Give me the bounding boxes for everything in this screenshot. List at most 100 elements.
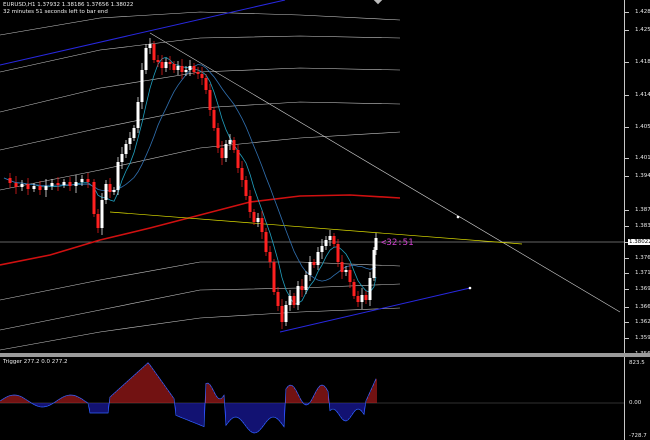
candle-body: [132, 128, 136, 138]
candle-body: [124, 144, 128, 154]
candle-body: [204, 78, 208, 90]
channel-anchor-point: [468, 286, 472, 290]
candle-body: [112, 190, 116, 192]
candle-body: [296, 286, 300, 305]
candle-body: [8, 178, 12, 183]
price-axis-label: 1.39400: [635, 173, 650, 179]
price-axis-label: 1.37130: [635, 270, 650, 276]
candle-body: [374, 238, 378, 250]
descending-trend-line: [149, 32, 621, 313]
price-axis-tick: [625, 307, 629, 308]
price-chart-pane[interactable]: EURUSD,H1 1.37932 1.38186 1.37656 1.3802…: [0, 0, 624, 353]
candle-body: [244, 180, 248, 196]
price-axis-tick: [625, 273, 629, 274]
lower-channel-line: [279, 287, 471, 333]
envelope-band-line: [0, 307, 401, 351]
candle-body: [308, 262, 312, 275]
candle-body: [140, 70, 144, 102]
current-price-label: 1.38022: [628, 239, 650, 245]
candle-body: [240, 168, 244, 180]
indicator-canvas[interactable]: [0, 357, 624, 440]
candle-body: [324, 240, 328, 246]
price-axis-label: 1.36200: [635, 319, 650, 325]
candle-body: [372, 250, 376, 278]
candle-body: [156, 60, 160, 62]
candle-body: [38, 186, 42, 190]
candle-body: [360, 295, 364, 302]
candle-body: [120, 154, 124, 162]
bar-countdown-label: <32:51: [381, 238, 414, 248]
candle-body: [92, 182, 96, 214]
price-axis-tick: [625, 289, 629, 290]
candle-body: [44, 186, 48, 190]
candle-body: [168, 62, 172, 64]
price-axis-tick: [625, 176, 629, 177]
medium-moving-average-line: [3, 64, 377, 282]
candle-body: [62, 182, 66, 185]
candle-body: [100, 200, 104, 228]
candle-body: [220, 148, 224, 158]
candle-body: [128, 138, 132, 144]
price-axis-tick: [625, 158, 629, 159]
candle-body: [212, 110, 216, 128]
indicator-header: Trigger 277.2 0.0 277.2: [3, 359, 68, 365]
candle-body: [300, 286, 304, 290]
price-axis-label: 1.38370: [635, 223, 650, 229]
candle-body: [340, 262, 344, 272]
price-axis-label: 1.38700: [635, 207, 650, 213]
candle-body: [344, 270, 348, 272]
candle-body: [368, 278, 372, 300]
candle-body: [268, 252, 272, 262]
indicator-axis[interactable]: 823.5 0.00 -728.7: [624, 357, 650, 440]
candle-body: [108, 184, 112, 192]
price-axis-label: 1.40530: [635, 124, 650, 130]
candle-body: [348, 270, 352, 282]
candle-body: [304, 275, 308, 290]
candle-body: [14, 183, 18, 187]
price-axis-tick: [625, 226, 629, 227]
candle-body: [152, 44, 156, 60]
price-axis-label: 1.37680: [635, 255, 650, 261]
candle-body: [144, 48, 148, 70]
candle-body: [284, 305, 288, 322]
candle-body: [116, 162, 120, 190]
candle-body: [272, 262, 276, 292]
candle-body: [312, 262, 316, 265]
candle-body: [136, 102, 140, 128]
candle-body: [216, 128, 220, 148]
price-axis-label: 1.35950: [635, 335, 650, 341]
price-axis-label: 1.42520: [635, 27, 650, 33]
candle-body: [228, 140, 232, 144]
short-moving-average-line: [3, 56, 377, 305]
candle-body: [364, 295, 368, 300]
candle-body: [288, 296, 292, 305]
candle-body: [80, 179, 84, 182]
candle-body: [172, 64, 176, 70]
candle-body: [316, 252, 320, 265]
candle-body: [50, 183, 54, 186]
price-chart-canvas[interactable]: [0, 0, 624, 353]
candle-body: [188, 66, 192, 70]
candle-body: [20, 184, 24, 187]
candle-body: [236, 150, 240, 168]
candle-body: [320, 246, 324, 252]
candle-body: [176, 66, 180, 70]
candle-body: [328, 236, 332, 240]
price-axis-label: 1.36990: [635, 286, 650, 292]
candle-body: [256, 218, 260, 222]
price-axis-tick: [625, 127, 629, 128]
chart-window[interactable]: EURUSD,H1 1.37932 1.38186 1.37656 1.3802…: [0, 0, 650, 440]
candle-body: [196, 72, 200, 74]
candle-body: [96, 214, 100, 228]
price-axis[interactable]: 1.42870 1.42520 1.41860 1.41460 1.40530 1.401…: [624, 0, 650, 357]
indicator-axis-label: 823.5: [629, 360, 645, 366]
indicator-axis-label: 0.00: [629, 400, 642, 406]
candle-body: [148, 44, 152, 48]
trend-anchor-point: [456, 215, 460, 219]
candle-body: [248, 196, 252, 212]
candle-body: [68, 182, 72, 186]
price-axis-tick: [625, 258, 629, 259]
price-axis-tick: [625, 338, 629, 339]
indicator-pane[interactable]: Trigger 277.2 0.0 277.2: [0, 357, 624, 440]
candle-body: [26, 184, 30, 189]
